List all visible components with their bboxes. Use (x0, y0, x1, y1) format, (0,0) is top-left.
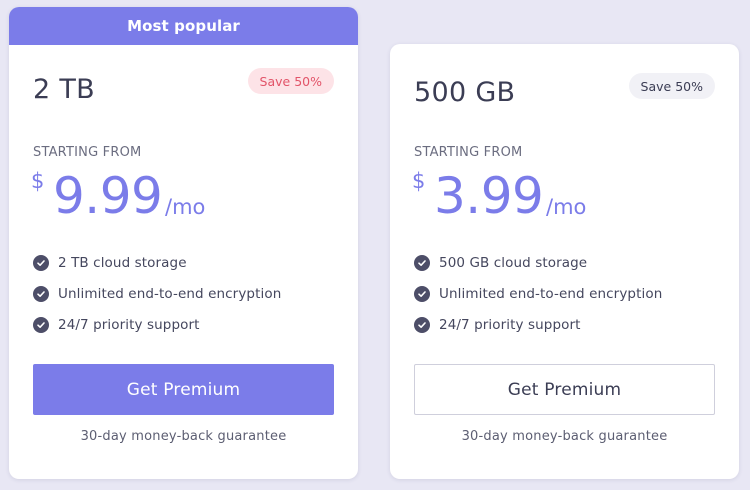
check-circle-icon (414, 316, 430, 333)
feature-item: Unlimited end-to-end encryption (33, 278, 281, 309)
feature-text: 24/7 priority support (439, 316, 581, 333)
save-badge: Save 50% (247, 68, 334, 94)
starting-from-label: STARTING FROM (414, 145, 523, 160)
feature-item: 500 GB cloud storage (414, 247, 662, 278)
get-premium-button[interactable]: Get Premium (414, 364, 715, 415)
feature-item: 24/7 priority support (33, 309, 281, 340)
feature-text: 2 TB cloud storage (58, 254, 187, 271)
feature-item: 24/7 priority support (414, 309, 662, 340)
check-circle-icon (414, 285, 430, 302)
price-amount: 9.99 (53, 167, 163, 225)
guarantee-text: 30-day money-back guarantee (461, 429, 668, 444)
most-popular-ribbon: Most popular (9, 7, 358, 45)
feature-list: 500 GB cloud storage Unlimited end-to-en… (414, 247, 662, 340)
plan-card-500gb: 500 GB Save 50% STARTING FROM $ 3.99 /mo… (390, 44, 739, 479)
check-circle-icon (33, 254, 49, 271)
price-period: /mo (165, 195, 206, 219)
plan-card-2tb: Most popular 2 TB Save 50% STARTING FROM… (9, 7, 358, 479)
feature-item: Unlimited end-to-end encryption (414, 278, 662, 309)
currency-symbol: $ (412, 169, 426, 193)
price-amount: 3.99 (434, 167, 544, 225)
feature-text: 24/7 priority support (58, 316, 200, 333)
price-period: /mo (546, 195, 587, 219)
check-circle-icon (33, 316, 49, 333)
currency-symbol: $ (31, 169, 45, 193)
get-premium-button[interactable]: Get Premium (33, 364, 334, 415)
plan-name: 500 GB (414, 77, 516, 108)
feature-text: 500 GB cloud storage (439, 254, 588, 271)
save-badge: Save 50% (628, 73, 715, 99)
feature-list: 2 TB cloud storage Unlimited end-to-end … (33, 247, 281, 340)
feature-text: Unlimited end-to-end encryption (58, 285, 282, 302)
check-circle-icon (414, 254, 430, 271)
guarantee-text: 30-day money-back guarantee (80, 429, 287, 444)
plan-name: 2 TB (33, 74, 95, 105)
feature-text: Unlimited end-to-end encryption (439, 285, 663, 302)
check-circle-icon (33, 285, 49, 302)
feature-item: 2 TB cloud storage (33, 247, 281, 278)
starting-from-label: STARTING FROM (33, 145, 142, 160)
